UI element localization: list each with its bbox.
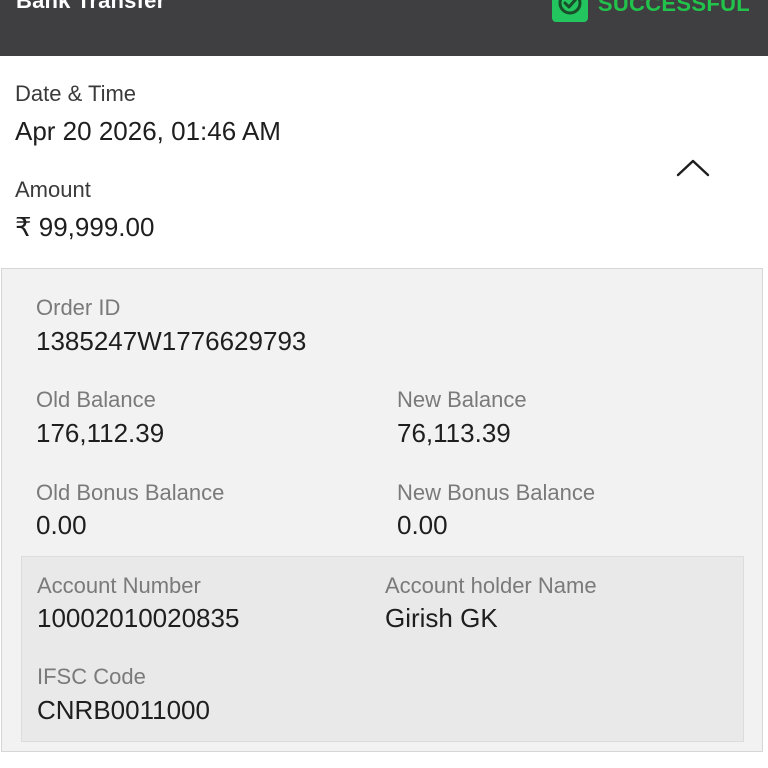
- status-badge: SUCCESSFUL: [551, 0, 750, 22]
- new-balance-label: New Balance: [397, 387, 527, 412]
- account-number-label: Account Number: [37, 573, 201, 598]
- date-time-label: Date & Time: [15, 81, 137, 106]
- account-holder-label: Account holder Name: [385, 573, 597, 598]
- order-id-label: Order ID: [36, 295, 121, 320]
- order-id-value: 1385247W1776629793: [36, 326, 307, 356]
- chevron-up-icon[interactable]: [676, 157, 710, 179]
- new-balance-value: 76,113.39: [397, 418, 511, 448]
- new-bonus-balance-value: 0.00: [397, 510, 448, 540]
- account-number-value: 10002010020835: [37, 603, 240, 633]
- old-bonus-balance-value: 0.00: [36, 510, 87, 540]
- old-balance-value: 176,112.39: [36, 418, 165, 448]
- ifsc-code-label: IFSC Code: [37, 664, 146, 689]
- old-balance-label: Old Balance: [36, 387, 156, 412]
- ifsc-code-value: CNRB0011000: [37, 695, 210, 725]
- shield-check-icon: [551, 0, 588, 22]
- header-bar: Bank Transfer SUCCESSFUL: [0, 0, 768, 56]
- status-label: SUCCESSFUL: [597, 0, 750, 16]
- amount-label: Amount: [15, 177, 91, 202]
- page-title: Bank Transfer: [16, 0, 166, 13]
- amount-value: ₹ 99,999.00: [15, 212, 155, 242]
- new-bonus-balance-label: New Bonus Balance: [397, 480, 596, 505]
- account-holder-value: Girish GK: [385, 603, 498, 633]
- old-bonus-balance-label: Old Bonus Balance: [36, 480, 225, 505]
- date-time-value: Apr 20 2026, 01:46 AM: [15, 116, 281, 146]
